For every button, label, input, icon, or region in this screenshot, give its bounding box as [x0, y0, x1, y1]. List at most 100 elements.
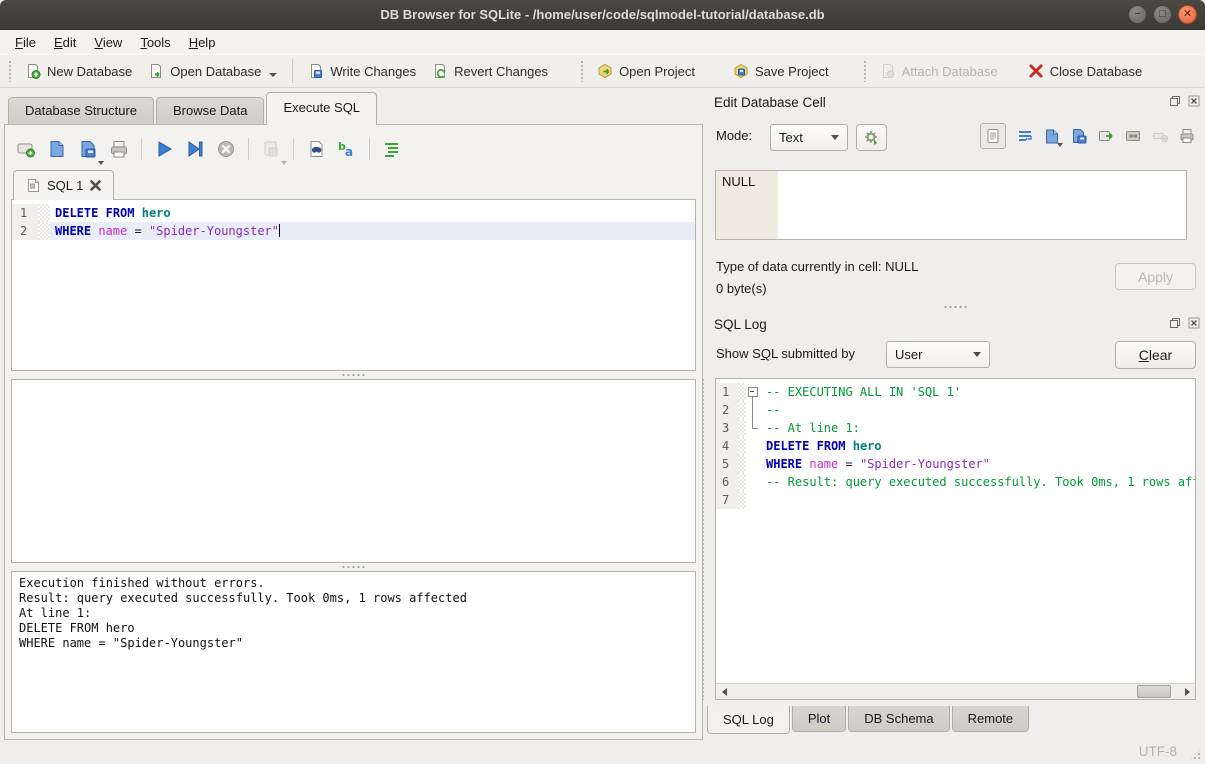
title-bar[interactable]: DB Browser for SQLite - /home/user/code/…	[0, 0, 1205, 30]
resize-grip[interactable]	[1189, 748, 1202, 761]
import-from-file-button[interactable]	[1044, 128, 1060, 144]
cell-value-editor[interactable]: NULL	[715, 170, 1187, 240]
save-sql-dropdown-icon[interactable]	[98, 161, 104, 165]
text-document-button[interactable]	[980, 123, 1006, 149]
tab-database-structure[interactable]: Database Structure	[8, 97, 154, 124]
export-to-file-button[interactable]	[1071, 128, 1087, 144]
dock-tab-plot[interactable]: Plot	[792, 706, 846, 732]
execute-sql-panel: ba SQL 1	[4, 124, 703, 740]
menu-edit[interactable]: Edit	[45, 32, 85, 53]
dock-resize-handle[interactable]	[701, 378, 705, 700]
new-database-button[interactable]: New Database	[17, 58, 140, 84]
encoding-indicator[interactable]: UTF-8	[1139, 744, 1177, 759]
toolbar-separator	[292, 59, 293, 83]
code-line: 3-- At line 1:	[716, 419, 1195, 437]
execution-message-pane[interactable]: Execution finished without errors.Result…	[11, 571, 696, 733]
tab-execute-sql[interactable]: Execute SQL	[266, 92, 377, 125]
fold-marker-icon[interactable]	[746, 383, 761, 401]
stop-execution-button[interactable]	[213, 136, 239, 162]
apply-button[interactable]: Apply	[1115, 263, 1196, 290]
menu-file[interactable]: File	[6, 32, 45, 53]
import-dropdown-icon[interactable]	[1057, 143, 1063, 147]
toolbar-grip[interactable]	[863, 60, 868, 82]
auto-format-button[interactable]: ba	[334, 136, 360, 162]
set-null-button[interactable]	[1152, 128, 1168, 144]
write-changes-icon	[308, 63, 324, 79]
scroll-right-icon[interactable]	[1179, 684, 1195, 699]
float-dock-icon[interactable]	[1168, 316, 1182, 330]
chevron-down-icon	[973, 352, 981, 357]
mode-combobox[interactable]: Text	[770, 124, 848, 151]
new-sql-tab-button[interactable]	[13, 136, 39, 162]
sql-editor-code: 1DELETE FROM hero2WHERE name = "Spider-Y…	[12, 200, 695, 240]
sql-doc-tab[interactable]: SQL 1	[13, 170, 114, 200]
execute-sql-button[interactable]	[151, 136, 177, 162]
message-line: DELETE FROM hero	[19, 621, 688, 636]
revert-changes-button[interactable]: Revert Changes	[424, 58, 556, 84]
open-database-button[interactable]: Open Database	[140, 58, 285, 84]
scrollbar-thumb[interactable]	[1137, 685, 1171, 698]
sql-doc-tab-bar: SQL 1	[11, 167, 696, 199]
open-in-external-button[interactable]	[1098, 128, 1114, 144]
open-project-button[interactable]: Open Project	[589, 58, 703, 84]
close-database-icon	[1028, 63, 1044, 79]
dock-tab-remote[interactable]: Remote	[952, 706, 1030, 732]
sql-log-view[interactable]: 1-- EXECUTING ALL IN 'SQL 1'2--3-- At li…	[715, 378, 1196, 700]
gear-icon	[863, 129, 880, 146]
results-grid[interactable]	[11, 379, 696, 563]
toolbar-separator	[293, 138, 294, 160]
workspace: Database Structure Browse Data Execute S…	[0, 88, 1205, 740]
float-dock-icon[interactable]	[1168, 94, 1182, 108]
text-cursor	[279, 224, 280, 237]
dock-splitter[interactable]	[706, 302, 1205, 312]
window-controls: − □ ✕	[1128, 5, 1197, 24]
log-horizontal-scrollbar[interactable]	[716, 683, 1195, 699]
toolbar-grip[interactable]	[8, 60, 13, 82]
save-results-button[interactable]	[258, 136, 284, 162]
execute-current-line-button[interactable]	[182, 136, 208, 162]
code-line: 1DELETE FROM hero	[12, 204, 695, 222]
find-button[interactable]	[303, 136, 329, 162]
menu-bar: File Edit View Tools Help	[0, 30, 1205, 54]
close-database-button[interactable]: Close Database	[1020, 58, 1151, 84]
word-wrap-button[interactable]	[1017, 128, 1033, 144]
code-line: 2WHERE name = "Spider-Youngster"	[12, 222, 695, 240]
clear-log-button[interactable]: Clear	[1115, 341, 1196, 369]
open-database-dropdown-icon[interactable]	[269, 73, 277, 77]
close-dock-icon[interactable]	[1187, 316, 1201, 330]
dock-tab-sql-log[interactable]: SQL Log	[707, 705, 790, 734]
save-sql-file-button[interactable]	[75, 136, 101, 162]
menu-help[interactable]: Help	[180, 32, 225, 53]
close-tab-icon[interactable]	[90, 180, 101, 191]
message-line: WHERE name = "Spider-Youngster"	[19, 636, 688, 651]
close-dock-icon[interactable]	[1187, 94, 1201, 108]
image-link-button[interactable]	[1125, 128, 1141, 144]
menu-view[interactable]: View	[85, 32, 131, 53]
auto-apply-button[interactable]	[856, 124, 887, 151]
menu-tools[interactable]: Tools	[131, 32, 179, 53]
tab-browse-data[interactable]: Browse Data	[156, 97, 264, 124]
editor-results-splitter[interactable]	[11, 371, 696, 379]
sql-editor[interactable]: 1DELETE FROM hero2WHERE name = "Spider-Y…	[11, 199, 696, 371]
open-sql-file-button[interactable]	[44, 136, 70, 162]
attach-database-button[interactable]: Attach Database	[872, 58, 1006, 84]
log-filter-combobox[interactable]: User	[886, 341, 990, 368]
toolbar-separator	[248, 138, 249, 160]
print-cell-button[interactable]	[1179, 128, 1195, 144]
maximize-button[interactable]: □	[1153, 5, 1172, 24]
align-indent-button[interactable]	[379, 136, 405, 162]
minimize-button[interactable]: −	[1128, 5, 1147, 24]
dock-tab-db-schema[interactable]: DB Schema	[848, 706, 949, 732]
log-filter-label: Show SQL submitted by	[716, 346, 855, 361]
close-button[interactable]: ✕	[1178, 5, 1197, 24]
scrollbar-track[interactable]	[732, 684, 1179, 699]
write-changes-button[interactable]: Write Changes	[300, 58, 424, 84]
scroll-left-icon[interactable]	[716, 684, 732, 699]
save-project-button[interactable]: Save Project	[725, 58, 837, 84]
window-title: DB Browser for SQLite - /home/user/code/…	[380, 7, 824, 22]
fold-margin	[746, 455, 761, 473]
toolbar-grip[interactable]	[580, 60, 585, 82]
save-results-dropdown-icon[interactable]	[281, 161, 287, 165]
results-message-splitter[interactable]	[11, 563, 696, 571]
print-sql-button[interactable]	[106, 136, 132, 162]
